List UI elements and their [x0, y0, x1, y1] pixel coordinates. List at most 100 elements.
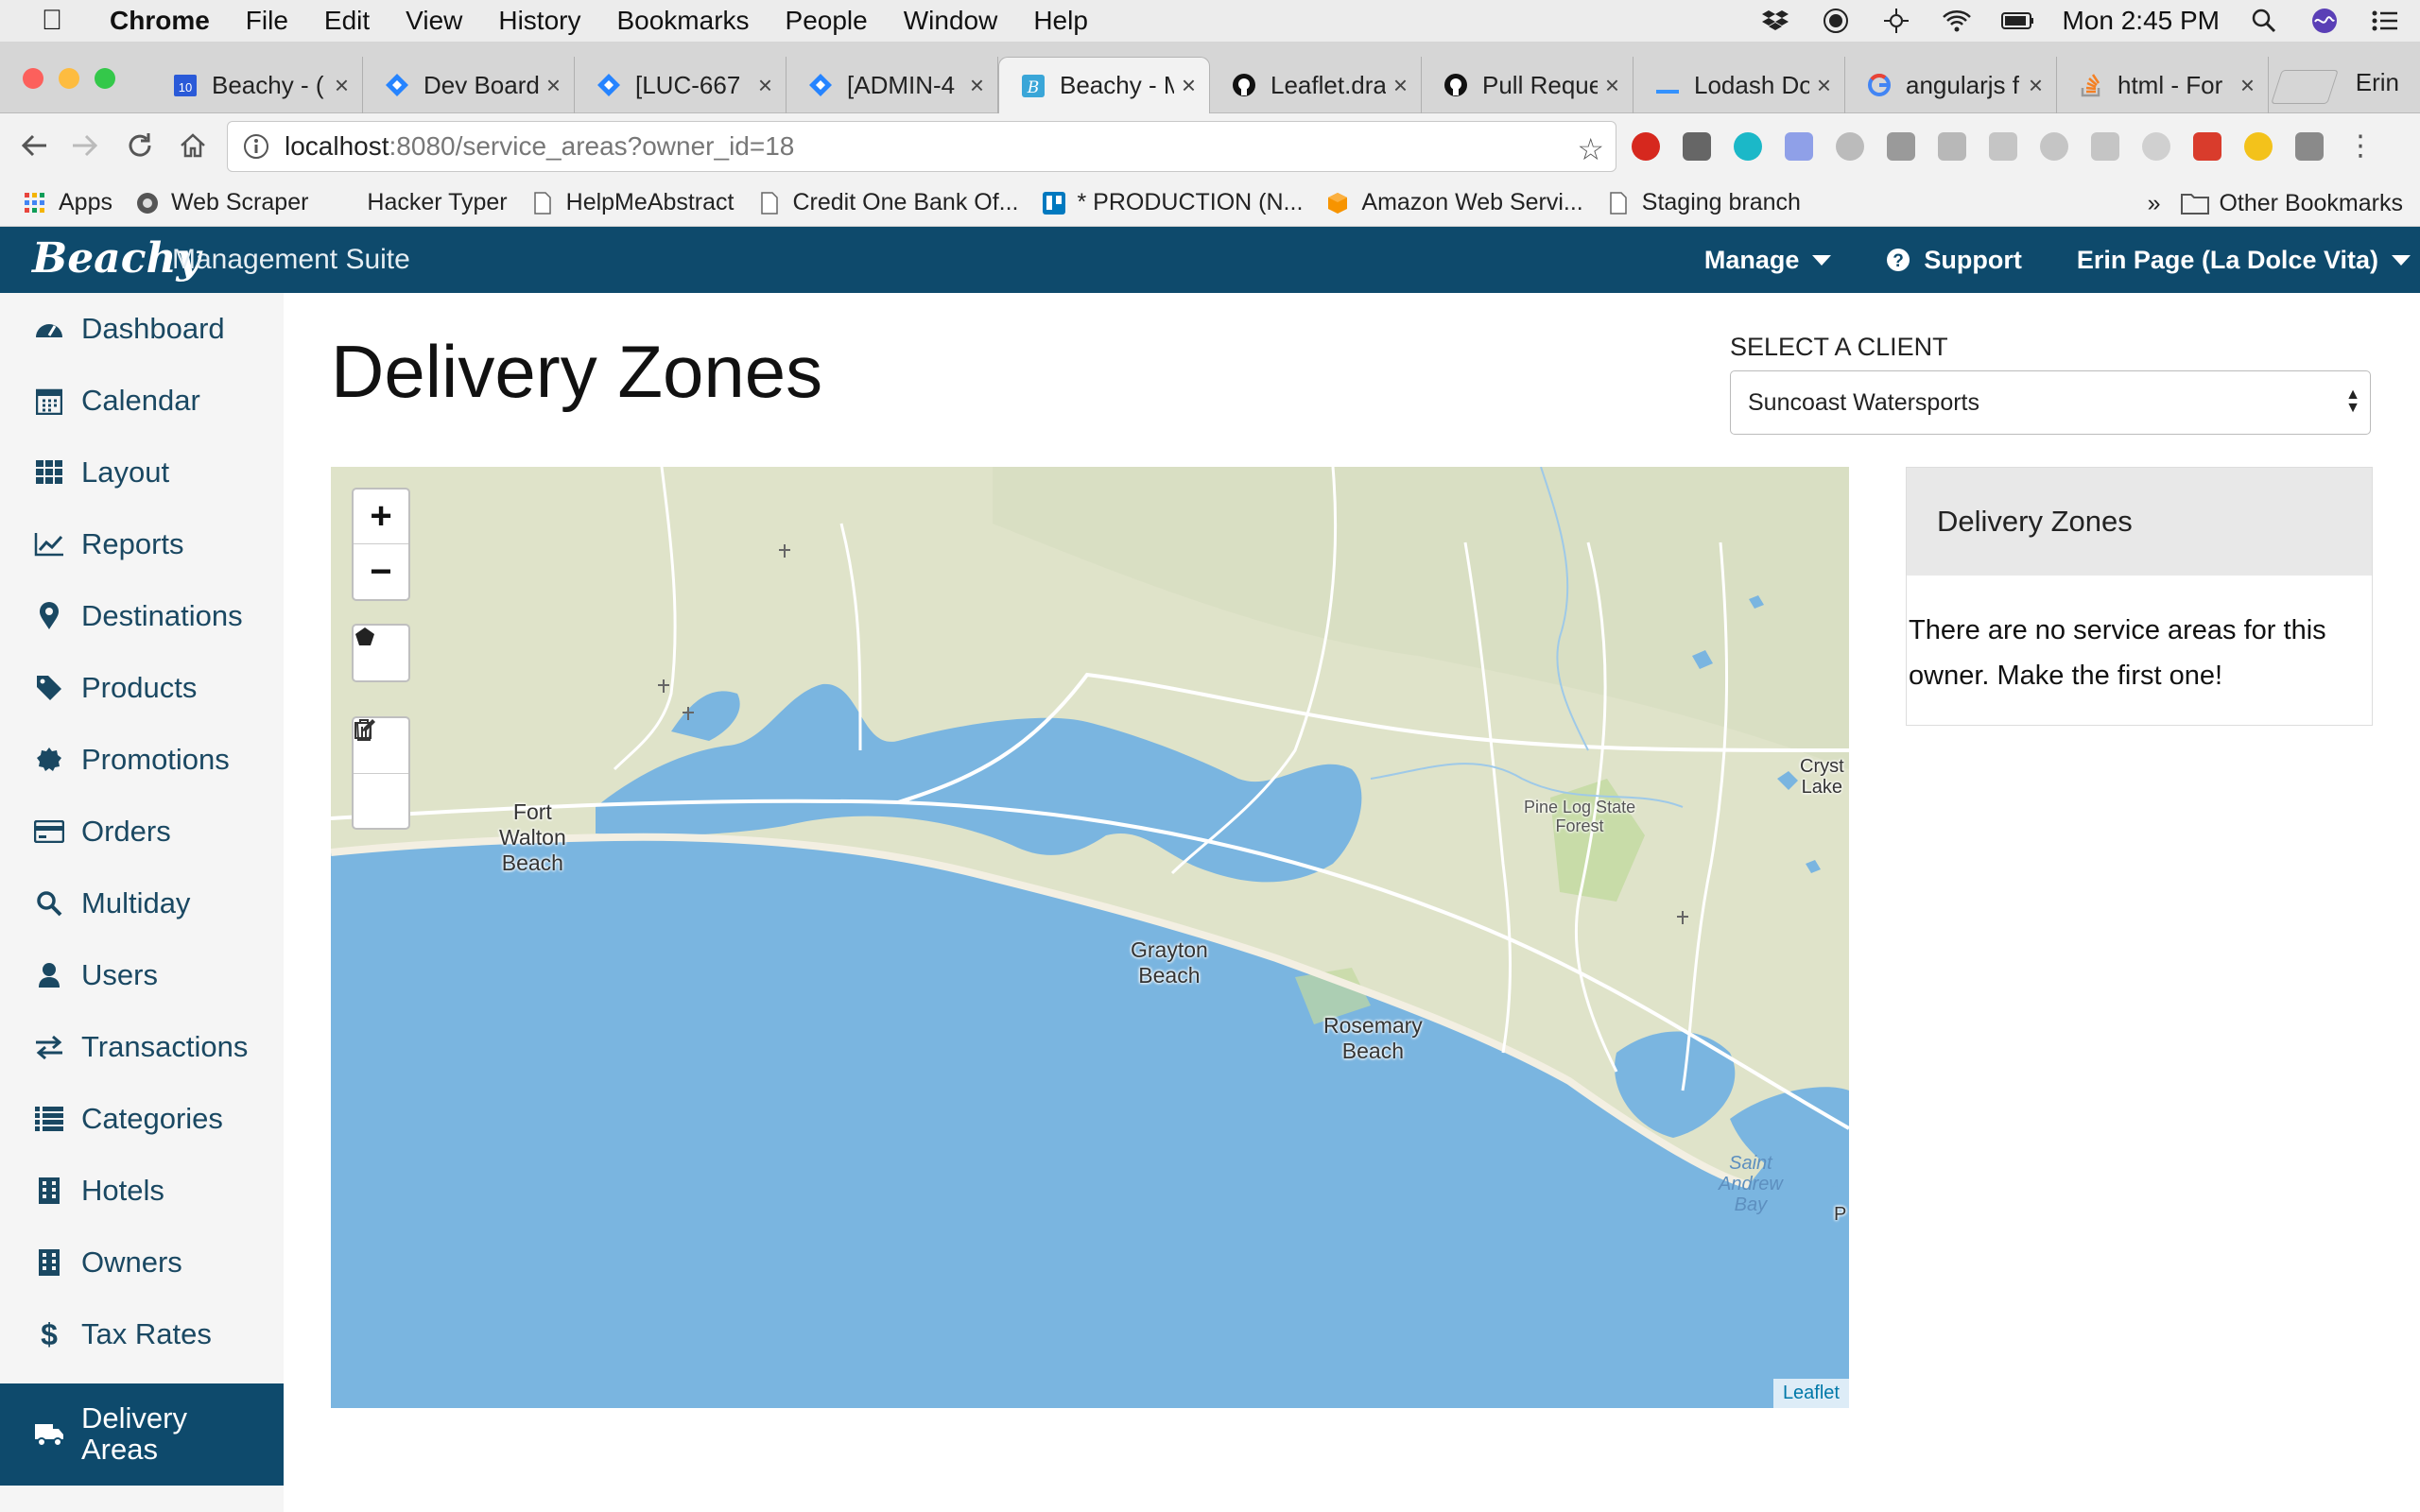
bookmark-credit-one[interactable]: Credit One Bank Of... — [757, 189, 1019, 216]
bookmark-production[interactable]: * PRODUCTION (N... — [1042, 189, 1303, 216]
bookmark-hacker-typer[interactable]: Hacker Typer — [331, 189, 507, 216]
browser-tab[interactable]: 10 Beachy - ( × — [151, 57, 363, 113]
manage-menu-button[interactable]: Manage — [1704, 246, 1832, 275]
user-menu-button[interactable]: Erin Page (La Dolce Vita) — [2077, 246, 2411, 275]
draw-polygon-button[interactable] — [354, 626, 408, 680]
sidebar-item-reports[interactable]: Reports — [0, 508, 284, 580]
bookmark-star-icon[interactable]: ☆ — [1577, 131, 1604, 167]
bookmark-helpmeabstract[interactable]: HelpMeAbstract — [530, 189, 735, 216]
hacker-icon[interactable] — [1887, 132, 1915, 161]
sidebar-item-users[interactable]: Users — [0, 939, 284, 1011]
json-viewer-icon[interactable] — [1785, 132, 1813, 161]
zoom-out-button[interactable]: − — [354, 544, 408, 599]
menu-window[interactable]: Window — [886, 6, 1016, 36]
user-extension-icon[interactable] — [2040, 132, 2068, 161]
close-window-button[interactable] — [23, 68, 43, 89]
close-tab-icon[interactable]: × — [1817, 71, 1831, 100]
browser-tab-active[interactable]: B Beachy - M × — [998, 57, 1210, 113]
grid-extension-icon[interactable] — [2091, 132, 2119, 161]
browser-tab[interactable]: Leaflet.dra × — [1210, 57, 1422, 113]
menu-bookmarks[interactable]: Bookmarks — [598, 6, 767, 36]
close-tab-icon[interactable]: × — [335, 71, 349, 100]
close-tab-icon[interactable]: × — [2240, 71, 2255, 100]
reload-button[interactable] — [121, 127, 159, 164]
new-tab-button[interactable] — [2271, 70, 2339, 104]
close-tab-icon[interactable]: × — [758, 71, 772, 100]
ublock-icon[interactable] — [1632, 132, 1660, 161]
move-icon[interactable] — [1880, 8, 1912, 34]
delete-layers-button[interactable] — [354, 719, 408, 828]
back-button[interactable] — [15, 127, 53, 164]
chrome-menu-icon[interactable]: ⋮ — [2346, 132, 2375, 161]
menu-help[interactable]: Help — [1015, 6, 1106, 36]
sidebar-item-calendar[interactable]: Calendar — [0, 365, 284, 437]
night-mode-icon[interactable] — [2244, 132, 2273, 161]
sidebar-item-owners[interactable]: Owners — [0, 1227, 284, 1298]
sidebar-item-layout[interactable]: Layout — [0, 437, 284, 508]
bookmark-aws[interactable]: Amazon Web Servi... — [1325, 189, 1583, 216]
sidebar-item-categories[interactable]: Categories — [0, 1083, 284, 1155]
siri-icon[interactable] — [2308, 8, 2341, 34]
menu-history[interactable]: History — [480, 6, 598, 36]
menu-view[interactable]: View — [388, 6, 480, 36]
sidebar-item-transactions[interactable]: Transactions — [0, 1011, 284, 1083]
sidebar-item-dashboard[interactable]: Dashboard — [0, 293, 284, 365]
zoom-in-button[interactable]: + — [354, 490, 408, 544]
apple-menu-icon[interactable]:  — [26, 5, 78, 37]
menu-app-name[interactable]: Chrome — [78, 6, 228, 36]
browser-tab[interactable]: angularjs f × — [1845, 57, 2057, 113]
home-button[interactable] — [174, 127, 212, 164]
menu-file[interactable]: File — [228, 6, 306, 36]
bookmark-staging[interactable]: Staging branch — [1606, 189, 1801, 216]
sidebar-item-destinations[interactable]: Destinations — [0, 580, 284, 652]
battery-icon[interactable] — [2001, 8, 2034, 34]
react-devtools-icon[interactable] — [1734, 132, 1762, 161]
target-extension-icon[interactable] — [2142, 132, 2170, 161]
sidebar-item-delivery-areas[interactable]: Delivery Areas — [0, 1383, 284, 1486]
close-tab-icon[interactable]: × — [970, 71, 984, 100]
browser-tab[interactable]: Pull Reque × — [1422, 57, 1634, 113]
zoom-window-button[interactable] — [95, 68, 115, 89]
other-bookmarks-folder[interactable]: Other Bookmarks — [2181, 190, 2403, 217]
browser-tab[interactable]: Dev Board × — [363, 57, 575, 113]
client-select[interactable]: Suncoast Watersports ▲ ▼ — [1730, 370, 2371, 435]
menu-people[interactable]: People — [768, 6, 886, 36]
close-tab-icon[interactable]: × — [546, 71, 561, 100]
browser-tab[interactable]: [LUC-667 × — [575, 57, 786, 113]
bookmark-apps[interactable]: Apps — [23, 189, 112, 216]
minimize-window-button[interactable] — [59, 68, 79, 89]
close-tab-icon[interactable]: × — [1605, 71, 1619, 100]
notification-center-icon[interactable] — [2369, 8, 2401, 34]
sidebar-item-tax-rates[interactable]: $ Tax Rates — [0, 1298, 284, 1370]
close-tab-icon[interactable]: × — [2029, 71, 2043, 100]
wifi-icon[interactable] — [1941, 8, 1973, 34]
adguard-icon[interactable] — [1683, 132, 1711, 161]
browser-tab[interactable]: [ADMIN-4 × — [786, 57, 998, 113]
bookmark-web-scraper[interactable]: Web Scraper — [135, 189, 308, 216]
site-info-icon[interactable] — [228, 133, 285, 160]
sidebar-item-promotions[interactable]: Promotions — [0, 724, 284, 796]
map-attribution-link[interactable]: Leaflet — [1772, 1379, 1849, 1408]
sidebar-item-multiday[interactable]: Multiday — [0, 868, 284, 939]
menu-edit[interactable]: Edit — [306, 6, 388, 36]
support-link[interactable]: ? Support — [1886, 246, 2022, 275]
calendar-extension-icon[interactable] — [2193, 132, 2221, 161]
forward-button[interactable] — [66, 127, 104, 164]
delivery-zone-map[interactable]: Fort Walton Beach Grayton Beach Rosemary Bea… — [331, 467, 1849, 1408]
profile-button[interactable]: Erin — [2356, 68, 2399, 97]
browser-tab[interactable]: Lodash Do × — [1634, 57, 1845, 113]
sidebar-item-hotels[interactable]: Hotels — [0, 1155, 284, 1227]
dropbox-icon[interactable] — [1759, 8, 1791, 34]
record-icon[interactable] — [1820, 8, 1852, 34]
close-tab-icon[interactable]: × — [1393, 71, 1408, 100]
camera-icon[interactable] — [2295, 132, 2324, 161]
dropbox-extension-icon[interactable] — [1938, 132, 1966, 161]
sidebar-item-products[interactable]: Products — [0, 652, 284, 724]
close-tab-icon[interactable]: × — [1182, 71, 1196, 100]
browser-tab[interactable]: html - For × — [2057, 57, 2269, 113]
bookmarks-overflow-button[interactable]: » — [2148, 190, 2161, 217]
sidebar-item-orders[interactable]: Orders — [0, 796, 284, 868]
extension-circle-icon[interactable] — [1836, 132, 1864, 161]
menubar-clock[interactable]: Mon 2:45 PM — [2062, 6, 2220, 36]
address-bar[interactable]: localhost:8080/service_areas?owner_id=18… — [227, 121, 1616, 172]
